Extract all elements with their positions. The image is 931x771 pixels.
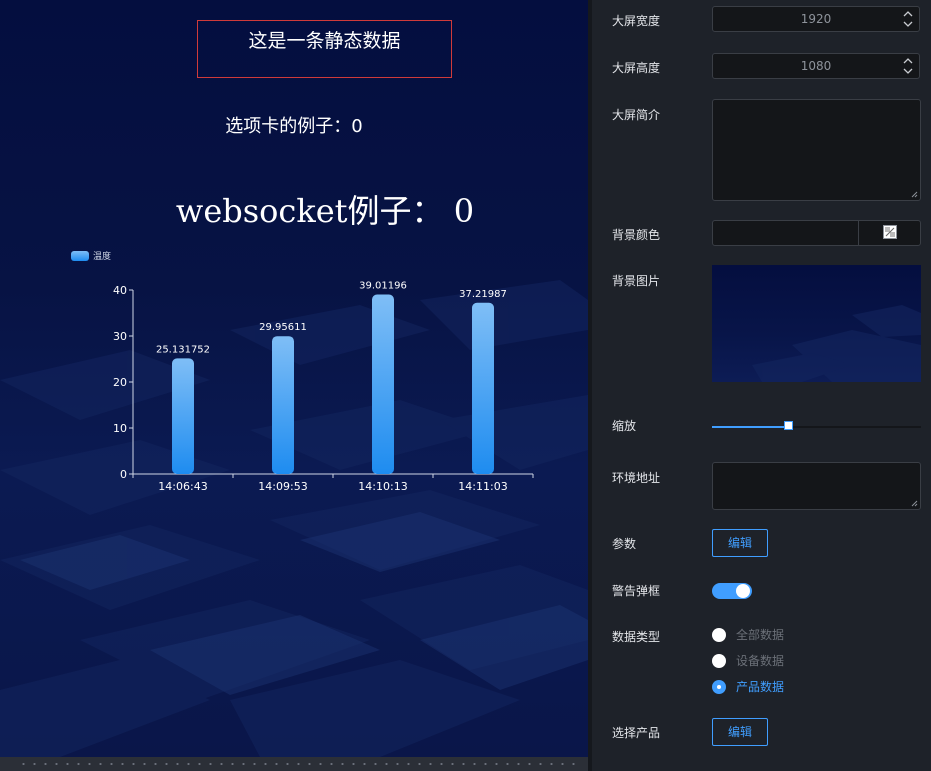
- screen-canvas: 这是一条静态数据 选项卡的例子：0 websocket例子： 0 温度 0 10 20…: [0, 0, 588, 757]
- x-tick-label: 14:06:43: [158, 480, 207, 493]
- tab-example-text: 选项卡的例子：0: [225, 116, 363, 137]
- legend-label: 温度: [93, 250, 111, 262]
- toggle-knob: [736, 584, 750, 598]
- radio-circle: [712, 628, 726, 642]
- static-text-box: 这是一条静态数据: [197, 20, 452, 78]
- zoom-slider[interactable]: [712, 421, 921, 430]
- alert-popup-label: 警告弹框: [612, 584, 661, 598]
- screen-height-label: 大屏高度: [612, 61, 661, 75]
- params-label: 参数: [612, 537, 637, 551]
- x-tick-label: 14:09:53: [258, 480, 307, 493]
- radio-label: 设备数据: [736, 654, 785, 668]
- bg-image-label: 背景图片: [612, 274, 661, 288]
- screen-width-value: 1920: [800, 12, 832, 26]
- bar: [172, 358, 194, 474]
- color-input-divider: [858, 221, 859, 245]
- bg-color-input[interactable]: [712, 220, 921, 246]
- screen-intro-label: 大屏简介: [612, 108, 661, 122]
- websocket-example-text: websocket例子： 0: [175, 192, 475, 230]
- screen-intro-textarea[interactable]: [712, 99, 921, 201]
- x-tick-label: 14:11:03: [458, 480, 507, 493]
- y-tick-label: 10: [113, 422, 127, 435]
- color-picker-icon[interactable]: [883, 225, 897, 239]
- screen-height-value: 1080: [800, 59, 832, 73]
- spinner-arrows-icon[interactable]: [903, 57, 913, 75]
- legend-swatch: [71, 251, 89, 261]
- bg-image-preview[interactable]: [712, 265, 921, 382]
- screen-width-input[interactable]: 1920: [712, 6, 920, 32]
- radio-label: 全部数据: [736, 628, 785, 642]
- bg-preview-decoration: [752, 305, 921, 382]
- resize-handle-icon[interactable]: [911, 500, 918, 507]
- screen-width-label: 大屏宽度: [612, 14, 661, 28]
- data-label: 25.131752: [156, 344, 210, 355]
- bg-color-label: 背景颜色: [612, 228, 661, 242]
- params-edit-button[interactable]: 编辑: [712, 529, 768, 557]
- radio-label: 产品数据: [736, 680, 785, 694]
- footer-dots: [18, 763, 583, 765]
- data-label: 39.01196: [359, 281, 407, 292]
- bar-chart: 温度 0 10 20 30 40 25.131752 14:06:43 29.95611 14:0…: [71, 250, 534, 493]
- x-tick-label: 14:10:13: [358, 480, 407, 493]
- data-label: 37.21987: [459, 289, 507, 300]
- bar: [472, 302, 494, 474]
- radio-circle: [712, 654, 726, 668]
- env-address-textarea[interactable]: [712, 462, 921, 510]
- y-tick-label: 0: [120, 468, 127, 481]
- zoom-slider-handle[interactable]: [784, 421, 793, 430]
- radio-circle-checked: [712, 680, 726, 694]
- alert-popup-toggle[interactable]: [712, 583, 752, 599]
- y-tick-label: 40: [113, 284, 127, 297]
- product-edit-button[interactable]: 编辑: [712, 718, 768, 746]
- env-address-label: 环境地址: [612, 471, 661, 485]
- y-tick-label: 20: [113, 376, 127, 389]
- y-tick-label: 30: [113, 330, 127, 343]
- zoom-slider-fill: [712, 426, 789, 428]
- settings-panel: 大屏宽度 1920 大屏高度 1080 大屏简介 背景颜色 背景图片 缩放 环境…: [592, 0, 931, 771]
- spinner-arrows-icon[interactable]: [903, 10, 913, 28]
- bar: [272, 336, 294, 474]
- screen-height-input[interactable]: 1080: [712, 53, 920, 79]
- bar: [372, 294, 394, 474]
- resize-handle-icon[interactable]: [911, 191, 918, 198]
- zoom-label: 缩放: [612, 419, 637, 433]
- data-type-label: 数据类型: [612, 630, 661, 644]
- data-label: 29.95611: [259, 322, 307, 333]
- select-product-label: 选择产品: [612, 726, 661, 740]
